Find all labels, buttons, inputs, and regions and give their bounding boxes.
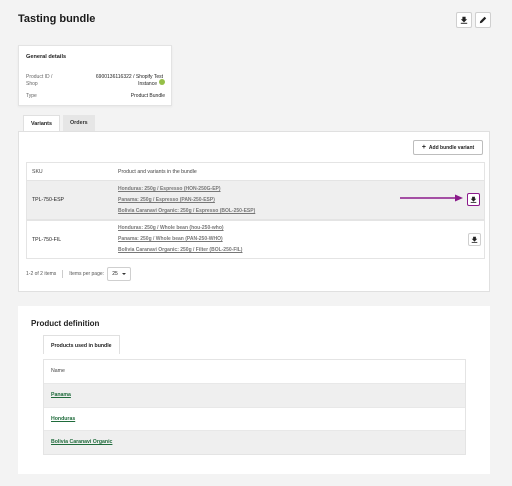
main-tabs: Variants Orders xyxy=(23,115,95,131)
row-download-button[interactable] xyxy=(468,233,481,246)
tab-orders[interactable]: Orders xyxy=(62,115,95,131)
divider xyxy=(62,270,64,278)
row-download-button[interactable] xyxy=(467,193,480,206)
variant-link[interactable]: Bolivia Caranavi Organic: 250g / Filter … xyxy=(118,247,242,253)
download-icon xyxy=(470,196,477,203)
variant-link[interactable]: Bolivia Caranavi Organic: 250g / Espress… xyxy=(118,208,255,214)
pagination-summary: 1-2 of 2 items xyxy=(26,271,57,277)
table-row: Panama xyxy=(44,383,465,407)
row-sku: TPL-750-FIL xyxy=(32,237,62,243)
product-link[interactable]: Bolivia Caranavi Organic xyxy=(51,439,112,445)
add-bundle-variant-button[interactable]: + Add bundle variant xyxy=(413,140,483,155)
variant-link[interactable]: Honduras: 250g / Espresso (HON-250G-EP) xyxy=(118,186,221,192)
product-id-label: Product ID / xyxy=(26,74,53,80)
type-label: Type xyxy=(26,93,37,99)
column-name: Name xyxy=(44,360,465,383)
product-definition-title: Product definition xyxy=(31,319,100,328)
download-button[interactable] xyxy=(456,12,472,28)
product-link[interactable]: Panama xyxy=(51,392,71,398)
table-row: Honduras xyxy=(44,406,465,431)
variants-panel: + Add bundle variant SKU Product and var… xyxy=(18,131,490,292)
variants-table-header: SKU Product and variants in the bundle xyxy=(26,162,485,180)
general-details-card: General details Product ID / Shop 690013… xyxy=(18,45,172,106)
plus-icon: + xyxy=(421,144,426,151)
column-products: Product and variants in the bundle xyxy=(118,169,197,175)
items-per-page-select[interactable]: 25 xyxy=(107,267,132,281)
product-link[interactable]: Honduras xyxy=(51,416,75,422)
general-details-title: General details xyxy=(26,54,67,60)
page-title: Tasting bundle xyxy=(18,13,96,25)
table-row: Bolivia Caranavi Organic xyxy=(44,430,465,454)
download-icon xyxy=(460,16,468,24)
variant-link[interactable]: Honduras: 250g / Whole bean (hou-250-who… xyxy=(118,225,224,231)
pagination: 1-2 of 2 items Items per page: 25 xyxy=(26,267,132,281)
row-sku: TPL-750-ESP xyxy=(32,197,65,203)
shop-value: Instance xyxy=(138,81,157,87)
table-row: TPL-750-FIL Honduras: 250g / Whole bean … xyxy=(26,220,485,259)
variant-link[interactable]: Panama: 250g / Espresso (PAN-250-ESP) xyxy=(118,197,215,203)
annotation-arrow xyxy=(400,194,463,202)
edit-button[interactable] xyxy=(475,12,491,28)
column-sku: SKU xyxy=(32,169,43,175)
tab-products-used[interactable]: Products used in bundle xyxy=(43,335,120,354)
product-id-value: 6900136116322 / Shopify Test xyxy=(95,74,163,80)
edit-icon xyxy=(479,16,487,24)
type-value: Product Bundle xyxy=(130,93,165,99)
items-per-page-label: Items per page: xyxy=(69,271,105,277)
shop-label: Shop xyxy=(26,81,38,87)
download-icon xyxy=(471,236,478,243)
add-bundle-variant-label: Add bundle variant xyxy=(428,144,475,151)
shopify-icon xyxy=(159,79,165,85)
variant-link[interactable]: Panama: 250g / Whole bean (PAN-250-WHO) xyxy=(118,236,223,242)
items-per-page-value: 25 xyxy=(112,271,118,277)
tab-variants[interactable]: Variants xyxy=(23,115,60,131)
product-definition-card: Product definition Products used in bund… xyxy=(18,306,490,474)
chevron-down-icon xyxy=(121,273,126,275)
products-table: Name Panama Honduras Bolivia Caranavi Or… xyxy=(43,359,466,455)
